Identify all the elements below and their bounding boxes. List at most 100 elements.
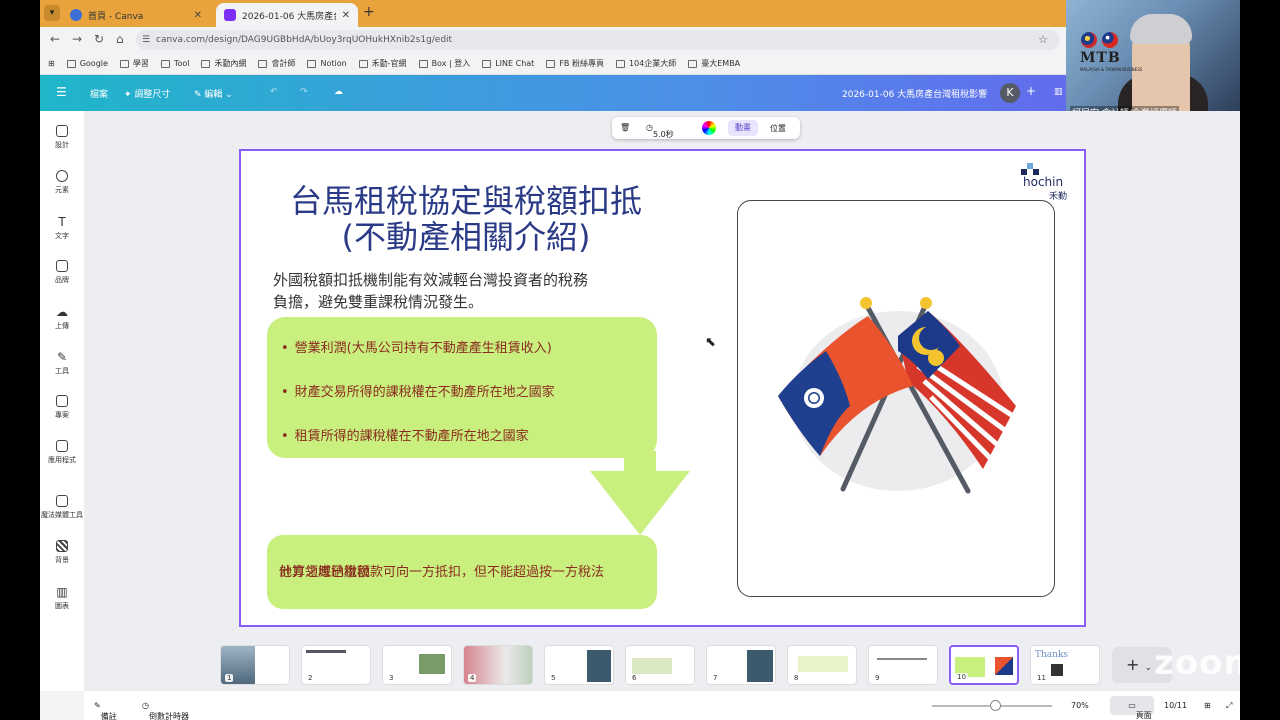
bookmark-folder[interactable]: 禾勤內網	[201, 58, 246, 69]
avatar[interactable]: K	[1000, 83, 1020, 103]
tab-title: 2026-01-06 大馬房產台灣租稅	[242, 11, 336, 22]
page-thumbnail[interactable]: 3	[382, 645, 452, 685]
invite-plus-button[interactable]: +	[1026, 84, 1036, 98]
zoom-level[interactable]: 70%	[1071, 701, 1089, 710]
grid-view-icon[interactable]: ⊞	[1204, 701, 1211, 710]
duration-button[interactable]: ◷ 5.0秒	[646, 123, 674, 139]
thumb-flags	[995, 657, 1013, 675]
page-thumbnail[interactable]: 6	[625, 645, 695, 685]
fullscreen-icon[interactable]: ⤢	[1226, 701, 1232, 711]
undo-icon[interactable]: ↶	[270, 87, 278, 97]
sidebar-item-label: 上傳	[55, 322, 69, 330]
sidebar-item-projects[interactable]: 專案	[40, 395, 84, 420]
sidebar-item-background[interactable]: 背景	[40, 540, 84, 565]
tab-search-icon[interactable]: ▾	[44, 5, 60, 21]
mtb-logo: MTB	[1080, 50, 1121, 66]
slide-description[interactable]: 外國稅額扣抵機制能有效減輕台灣投資者的稅務 負擔，避免雙重課稅情況發生。	[273, 269, 663, 313]
color-wheel-icon[interactable]	[702, 121, 716, 135]
page-number: 7	[711, 674, 720, 682]
animate-button[interactable]: 動畫	[728, 120, 758, 136]
back-arrow-icon[interactable]: ←	[50, 32, 60, 46]
new-tab-plus-icon[interactable]: +	[363, 4, 375, 20]
bookmark-line[interactable]: LINE Chat	[482, 59, 534, 68]
resize-button[interactable]: ✦ 調整尺寸	[124, 87, 170, 100]
notes-button[interactable]: ✎ 備註	[94, 701, 117, 720]
edit-label: 編輯	[204, 90, 223, 100]
position-button[interactable]: 位置	[770, 123, 786, 134]
apps-grid-icon[interactable]: ⊞	[48, 59, 55, 68]
page-thumbnail[interactable]: 9	[868, 645, 938, 685]
sidebar-item-text[interactable]: T 文字	[40, 215, 84, 241]
chevron-down-icon[interactable]: ⌄	[1145, 663, 1153, 673]
page-thumbnail[interactable]: 5	[544, 645, 614, 685]
bookmark-website[interactable]: 禾勤-官網	[358, 58, 407, 69]
site-info-icon[interactable]: ☰	[142, 30, 150, 50]
chart-icon[interactable]: ▥	[1054, 87, 1063, 97]
sidebar-item-upload[interactable]: ☁ 上傳	[40, 305, 84, 331]
pages-view-button[interactable]: ▭ 頁面	[1110, 696, 1154, 720]
bookmark-104[interactable]: 104企業大師	[615, 58, 677, 69]
bookmark-label: Box | 登入	[431, 59, 471, 68]
page-thumbnail[interactable]: 1	[220, 645, 290, 685]
slide-title[interactable]: 台馬租稅協定與稅額扣抵 (不動產相關介紹)	[261, 183, 671, 255]
timer-button[interactable]: ◷ 倒數計時器	[142, 701, 189, 720]
page-thumbnail[interactable]: 2	[301, 645, 371, 685]
page-number: 9	[873, 674, 882, 682]
close-icon[interactable]: ✕	[342, 10, 350, 21]
trash-icon[interactable]: 🗑	[620, 123, 630, 132]
bookmark-folder[interactable]: 會計師	[258, 58, 295, 69]
file-menu[interactable]: 檔案	[90, 87, 108, 100]
thumb-photo	[747, 650, 773, 682]
sidebar-item-charts[interactable]: ▥ 圖表	[40, 585, 84, 611]
document-title[interactable]: 2026-01-06 大馬房產台灣租稅影響	[842, 87, 987, 100]
bookmark-label: 104企業大師	[628, 59, 677, 68]
sidebar-item-brand[interactable]: 品牌	[40, 260, 84, 285]
page-thumbnail[interactable]: Thanks 11	[1030, 645, 1100, 685]
page-number: 3	[387, 674, 396, 682]
conclusion-box[interactable]: 他方領域已繳稅款可向一方抵扣，但不能超過按一方稅法 計算之應納稅額	[267, 535, 657, 609]
bullet-box[interactable]: 營業利潤(大馬公司持有不動產產生租賃收入) 財產交易所得的課稅權在不動產所在地之…	[267, 317, 657, 458]
facebook-icon	[546, 59, 556, 68]
bookmark-box[interactable]: Box | 登入	[418, 58, 471, 69]
page-thumbnail-current[interactable]: 10	[949, 645, 1019, 685]
slide-10[interactable]: 台馬租稅協定與稅額扣抵 (不動產相關介紹) 外國稅額扣抵機制能有效減輕台灣投資者…	[239, 149, 1086, 627]
sidebar-item-design[interactable]: 設計	[40, 125, 84, 150]
page-filmstrip: 1 2 3 4 5 6 7 8 9 10 Thanks 11 + ⌄ zoom	[84, 641, 1240, 691]
tab-current-design[interactable]: 2026-01-06 大馬房產台灣租稅 ✕	[216, 3, 358, 27]
thumb-photo	[419, 654, 445, 674]
edit-button[interactable]: ✎ 編輯 ⌄	[194, 87, 233, 100]
description-line1: 外國稅額扣抵機制能有效減輕台灣投資者的稅務	[273, 271, 589, 289]
notion-icon	[307, 59, 317, 68]
forward-arrow-icon[interactable]: →	[72, 32, 82, 46]
bookmark-facebook[interactable]: FB 粉絲專頁	[546, 58, 604, 69]
bookmark-folder[interactable]: 學習	[119, 58, 149, 69]
sidebar-item-apps[interactable]: 應用程式	[40, 440, 84, 465]
zoom-slider-knob[interactable]	[990, 700, 1001, 711]
sidebar-item-tools[interactable]: ✎ 工具	[40, 350, 84, 376]
reload-icon[interactable]: ↻	[94, 32, 104, 46]
page-thumbnail[interactable]: 7	[706, 645, 776, 685]
magic-media-icon	[56, 495, 68, 507]
bookmark-google[interactable]: Google	[66, 59, 108, 68]
bookmark-star-icon[interactable]: ☆	[1038, 30, 1048, 50]
flags-image-frame[interactable]	[737, 200, 1055, 597]
bookmark-folder[interactable]: 臺大EMBA	[688, 58, 740, 69]
close-icon[interactable]: ✕	[194, 10, 202, 21]
sidebar-item-elements[interactable]: 元素	[40, 170, 84, 195]
redo-icon[interactable]: ↷	[300, 87, 308, 97]
logo-text: hochin	[1023, 175, 1064, 189]
zoom-slider[interactable]	[932, 700, 1052, 711]
bookmark-folder[interactable]: Tool	[160, 59, 189, 68]
sidebar-item-label: 品牌	[55, 276, 69, 284]
menu-icon[interactable]: ☰	[56, 85, 67, 99]
url-bar[interactable]: ☰ canva.com/design/DAG9UGBbHdA/bUoy3rqUO…	[136, 30, 1060, 50]
page-thumbnail[interactable]: 8	[787, 645, 857, 685]
page-count[interactable]: 10/11	[1164, 701, 1187, 710]
site-icon	[615, 59, 625, 68]
sidebar-item-magic-media[interactable]: 魔法媒體工具	[40, 495, 84, 520]
home-icon[interactable]: ⌂	[116, 32, 124, 46]
page-thumbnail[interactable]: 4	[463, 645, 533, 685]
tab-canva-home[interactable]: 首頁 - Canva ✕	[62, 3, 210, 27]
cloud-save-icon[interactable]: ☁	[334, 87, 343, 97]
bookmark-notion[interactable]: Notion	[307, 59, 347, 68]
